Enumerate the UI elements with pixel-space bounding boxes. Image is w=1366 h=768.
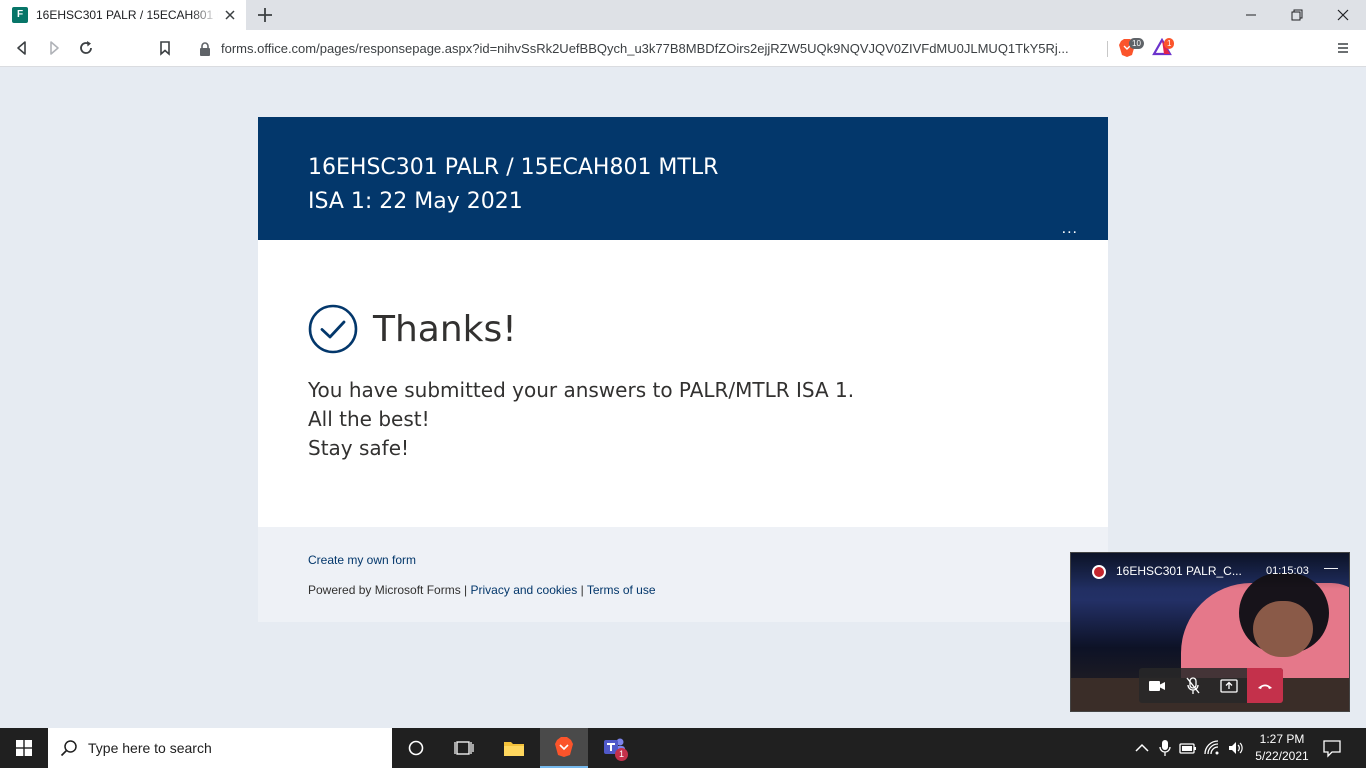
file-explorer-button[interactable] xyxy=(490,728,538,768)
teams-call-window[interactable]: 16EHSC301 PALR_C... 01:15:03 — xyxy=(1070,552,1350,712)
lock-icon[interactable] xyxy=(198,41,212,57)
form-header: 16EHSC301 PALR / 15ECAH801 MTLR ISA 1: 2… xyxy=(258,117,1108,240)
meeting-name: 16EHSC301 PALR_C... xyxy=(1116,564,1242,578)
share-screen-button[interactable] xyxy=(1211,668,1247,703)
message-line: Stay safe! xyxy=(308,436,410,460)
thanks-message: You have submitted your answers to PALR/… xyxy=(308,376,854,463)
clock-date: 5/22/2021 xyxy=(1255,749,1309,763)
minimize-icon xyxy=(1246,14,1256,16)
form-footer: Create my own form Powered by Microsoft … xyxy=(258,527,1108,622)
footer-separator: | xyxy=(580,583,584,597)
form-title-line: 16EHSC301 PALR / 15ECAH801 MTLR xyxy=(308,155,719,180)
chevron-up-icon[interactable] xyxy=(1133,739,1151,757)
hang-up-icon xyxy=(1258,684,1272,689)
bookmark-icon[interactable] xyxy=(156,39,174,57)
form-title-line: ISA 1: 22 May 2021 xyxy=(308,189,523,214)
recording-icon xyxy=(1092,565,1106,579)
brave-shields-badge: 10 xyxy=(1129,38,1144,49)
browser-titlebar: F 16EHSC301 PALR / 15ECAH801 MTLR ISA 1:… xyxy=(0,0,1366,30)
brave-shields-button[interactable]: 10 xyxy=(1118,38,1144,60)
powered-by-text: Powered by Microsoft Forms | Privacy and… xyxy=(308,583,656,597)
camera-feed-face xyxy=(1253,601,1313,657)
cortana-circle-icon xyxy=(408,740,424,756)
start-button[interactable] xyxy=(0,728,48,768)
brave-rewards-button[interactable]: 1 xyxy=(1152,37,1178,60)
restore-window-button[interactable] xyxy=(1274,0,1320,30)
wifi-icon[interactable] xyxy=(1203,739,1221,757)
terms-link[interactable]: Terms of use xyxy=(587,583,656,597)
cortana-button[interactable] xyxy=(392,728,440,768)
create-form-link[interactable]: Create my own form xyxy=(308,553,416,567)
more-options-button[interactable]: ... xyxy=(1062,220,1078,238)
task-view-icon xyxy=(454,741,474,755)
tab-title: 16EHSC301 PALR / 15ECAH801 MTLR ISA 1: 2… xyxy=(36,8,218,22)
brave-browser-button[interactable] xyxy=(540,728,588,768)
search-input[interactable] xyxy=(86,739,376,757)
privacy-link[interactable]: Privacy and cookies xyxy=(471,583,578,597)
call-timer: 01:15:03 xyxy=(1266,565,1309,577)
forward-icon[interactable] xyxy=(45,39,63,57)
mic-off-icon xyxy=(1186,676,1200,694)
thank-you-card: Thanks! You have submitted your answers … xyxy=(258,240,1108,527)
search-icon xyxy=(60,740,77,757)
checkmark-circle-icon xyxy=(308,304,358,354)
microphone-icon[interactable] xyxy=(1156,739,1174,757)
back-icon[interactable] xyxy=(13,39,31,57)
close-icon xyxy=(1337,9,1349,21)
call-controls xyxy=(1139,668,1283,703)
teams-app-button[interactable]: 1 xyxy=(590,728,638,768)
system-clock[interactable]: 1:27 PM 5/22/2021 xyxy=(1250,731,1314,765)
powered-by-label: Powered by Microsoft Forms | xyxy=(308,583,468,597)
browser-tab[interactable]: F 16EHSC301 PALR / 15ECAH801 MTLR ISA 1:… xyxy=(0,0,246,30)
menu-icon[interactable] xyxy=(1334,39,1352,57)
new-tab-icon[interactable] xyxy=(256,6,274,24)
battery-icon[interactable] xyxy=(1179,739,1197,757)
forms-favicon-icon: F xyxy=(12,7,28,23)
notifications-icon[interactable] xyxy=(1320,738,1344,758)
message-line: All the best! xyxy=(308,407,430,431)
rewards-badge: 1 xyxy=(1164,38,1175,49)
close-window-button[interactable] xyxy=(1320,0,1366,30)
restore-icon xyxy=(1291,9,1303,21)
url-text[interactable]: forms.office.com/pages/responsepage.aspx… xyxy=(221,41,1091,56)
omnibox-divider xyxy=(1107,41,1108,57)
share-screen-icon xyxy=(1220,678,1238,693)
minimize-window-button[interactable] xyxy=(1228,0,1274,30)
minimize-call-button[interactable]: — xyxy=(1324,559,1338,575)
reload-icon[interactable] xyxy=(77,39,95,57)
teams-notification-badge: 1 xyxy=(615,748,628,761)
task-view-button[interactable] xyxy=(440,728,488,768)
taskbar-search[interactable] xyxy=(48,728,392,768)
mute-toggle-button[interactable] xyxy=(1175,668,1211,703)
brave-lion-icon xyxy=(555,737,573,757)
folder-icon xyxy=(504,742,524,756)
form-title: 16EHSC301 PALR / 15ECAH801 MTLR ISA 1: 2… xyxy=(308,151,718,219)
volume-icon[interactable] xyxy=(1227,739,1245,757)
video-camera-icon xyxy=(1149,680,1165,691)
close-tab-icon[interactable] xyxy=(222,7,238,23)
windows-taskbar: 1 1:27 PM 5/22/2021 xyxy=(0,728,1366,768)
camera-toggle-button[interactable] xyxy=(1139,668,1175,703)
thanks-heading: Thanks! xyxy=(373,309,517,350)
windows-logo-icon xyxy=(16,740,32,756)
message-line: You have submitted your answers to PALR/… xyxy=(308,378,855,402)
clock-time: 1:27 PM xyxy=(1259,732,1305,746)
address-bar[interactable]: forms.office.com/pages/responsepage.aspx… xyxy=(186,34,1180,63)
hang-up-button[interactable] xyxy=(1247,668,1283,703)
